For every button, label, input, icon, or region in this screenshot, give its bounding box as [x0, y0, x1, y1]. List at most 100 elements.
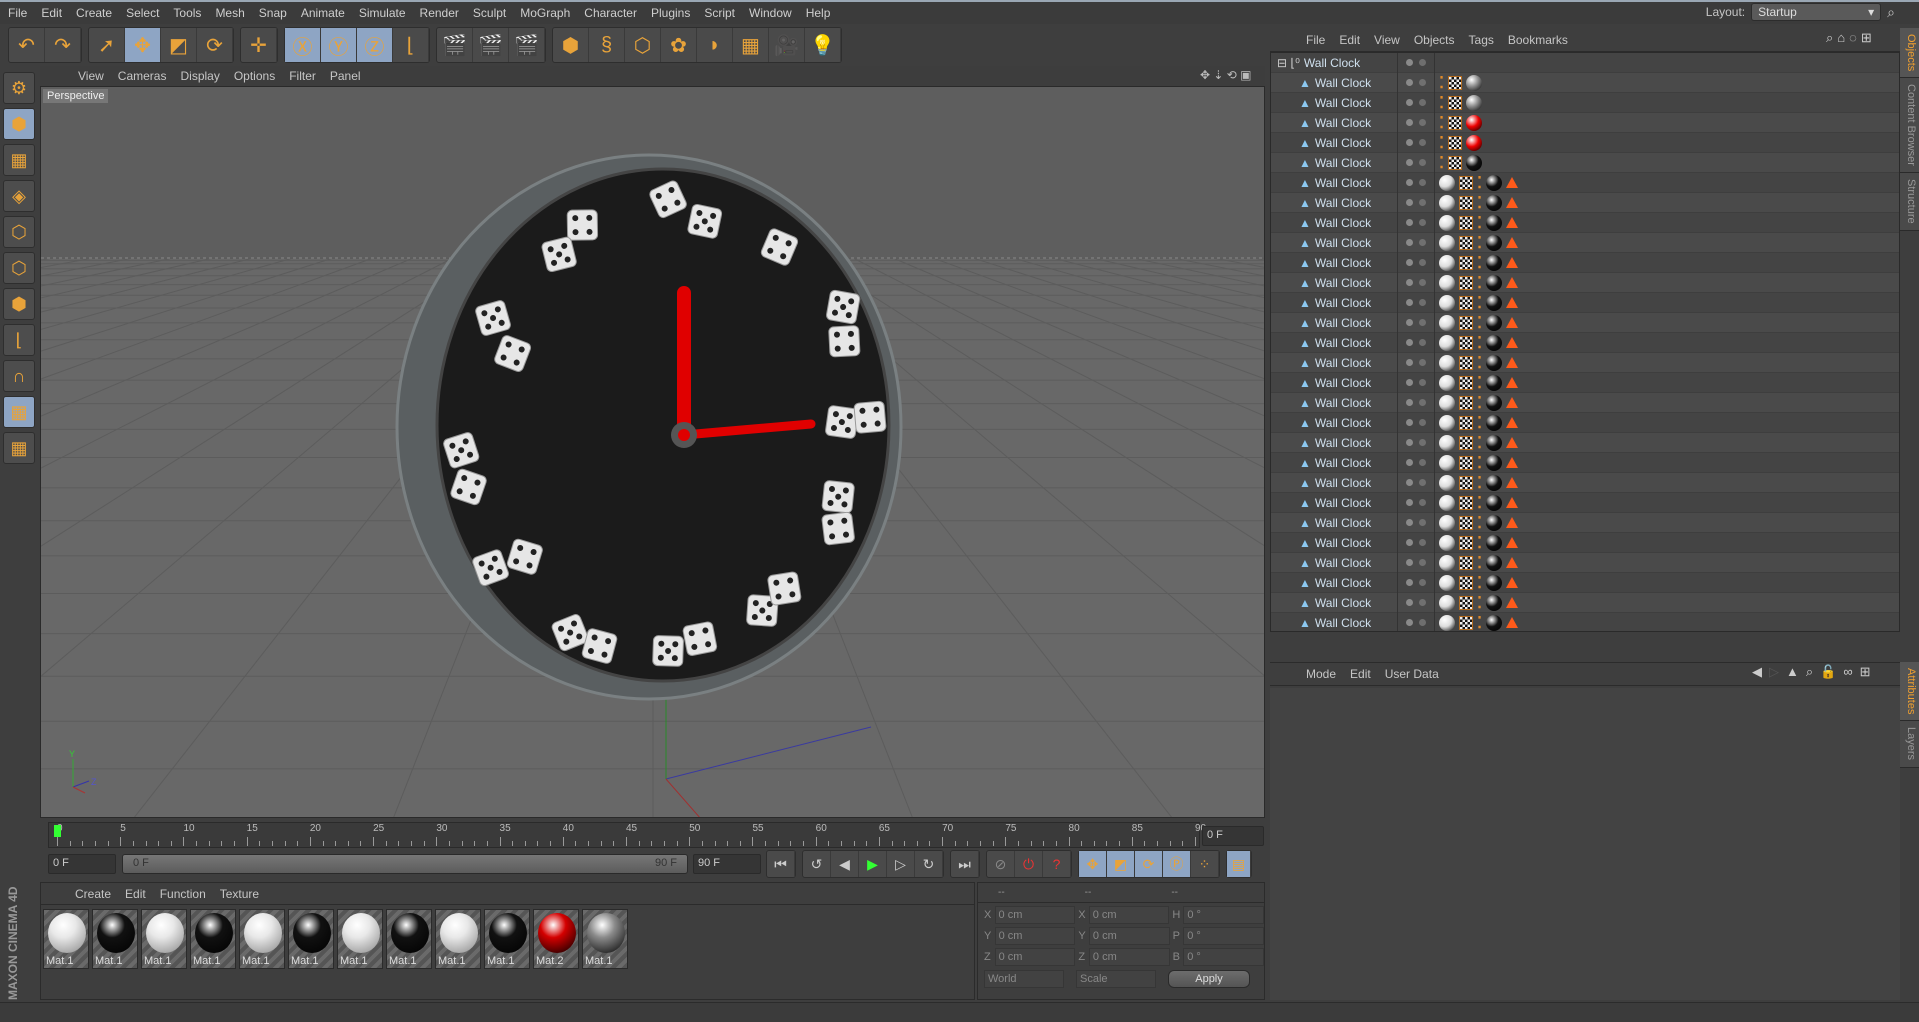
phong-tag-icon[interactable] — [1506, 597, 1519, 608]
phong-tag-icon[interactable] — [1506, 337, 1519, 348]
material-tag-icon[interactable] — [1486, 454, 1503, 471]
render-visibility-dot[interactable] — [1419, 139, 1426, 146]
link-icon[interactable]: ∞ — [1843, 664, 1852, 680]
render-visibility-dot[interactable] — [1419, 399, 1426, 406]
side-tab-layers[interactable]: Layers — [1900, 721, 1919, 768]
object-row[interactable]: ▲ Wall Clock ⁚ — [1271, 612, 1899, 631]
key-position-icon[interactable]: ✥ — [1079, 851, 1107, 877]
phong-tag-icon[interactable] — [1506, 457, 1519, 468]
material-swatch[interactable]: Mat.1 — [582, 909, 628, 969]
timeline-ruler[interactable]: 051015202530354045505560657075808590 — [48, 822, 1206, 848]
editor-visibility-dot[interactable] — [1406, 199, 1413, 206]
selection-tag-icon[interactable]: ⁚ — [1477, 173, 1482, 193]
material-swatch[interactable]: Mat.1 — [288, 909, 334, 969]
render-visibility-dot[interactable] — [1419, 179, 1426, 186]
material-tag-icon[interactable] — [1466, 134, 1483, 151]
phong-tag-icon[interactable] — [1506, 437, 1519, 448]
editor-visibility-dot[interactable] — [1406, 499, 1413, 506]
position-x-field[interactable]: 0 cm — [994, 906, 1076, 924]
menu-character[interactable]: Character — [584, 6, 637, 20]
object-row[interactable]: ▲ Wall Clock ⁚ — [1271, 372, 1899, 393]
material-tag-icon[interactable] — [1486, 374, 1503, 391]
side-tab-structure[interactable]: Structure — [1900, 173, 1919, 231]
material-tag-icon[interactable] — [1486, 254, 1503, 271]
workplane-icon[interactable]: ◈ — [3, 180, 35, 212]
viewport-menu-options[interactable]: Options — [234, 69, 275, 83]
rotate-icon[interactable]: ⟳ — [197, 28, 233, 62]
attributes-menu-user-data[interactable]: User Data — [1385, 667, 1439, 681]
object-row[interactable]: ▲ Wall Clock ⁚ — [1271, 592, 1899, 613]
render-visibility-dot[interactable] — [1419, 559, 1426, 566]
uvw-tag-icon[interactable] — [1459, 455, 1473, 470]
material-tag-icon[interactable] — [1439, 594, 1455, 611]
editor-visibility-dot[interactable] — [1406, 79, 1413, 86]
material-tag-icon[interactable] — [1439, 254, 1455, 271]
menu-mesh[interactable]: Mesh — [215, 6, 244, 20]
material-tag-icon[interactable] — [1439, 294, 1455, 311]
selection-tag-icon[interactable]: ⁚ — [1477, 233, 1482, 253]
editor-visibility-dot[interactable] — [1406, 359, 1413, 366]
material-swatch[interactable]: Mat.1 — [190, 909, 236, 969]
editor-visibility-dot[interactable] — [1406, 219, 1413, 226]
visibility-toggles[interactable] — [1397, 392, 1435, 413]
spline-icon[interactable]: § — [589, 28, 625, 62]
new-window-icon[interactable]: ⊞ — [1861, 30, 1872, 46]
selection-tag-icon[interactable]: ⁚ — [1477, 493, 1482, 513]
render-view-icon[interactable]: 🎬 — [437, 28, 473, 62]
render-visibility-dot[interactable] — [1419, 79, 1426, 86]
selection-tag-icon[interactable]: ⁚ — [1477, 373, 1482, 393]
polygons-mode-icon[interactable]: ⬢ — [3, 288, 35, 320]
selection-tag-icon[interactable]: ⁚ — [1439, 73, 1444, 93]
key-parameter-icon[interactable]: Ⓟ — [1163, 851, 1191, 877]
render-visibility-dot[interactable] — [1419, 499, 1426, 506]
phong-tag-icon[interactable] — [1506, 397, 1519, 408]
autokey-icon[interactable]: ⏻ — [1015, 851, 1043, 877]
phong-tag-icon[interactable] — [1506, 257, 1519, 268]
lock-icon[interactable]: 🔓 — [1820, 664, 1836, 680]
viewport-menu-filter[interactable]: Filter — [289, 69, 316, 83]
make-editable-icon[interactable]: ⚙ — [3, 72, 35, 104]
viewport-nav-icons[interactable]: ✥ ⇣ ⟲ ▣ — [1200, 68, 1252, 82]
search-icon[interactable]: ⌕ — [1806, 664, 1813, 680]
object-row[interactable]: ▲ Wall Clock ⁚ — [1271, 432, 1899, 453]
search-icon[interactable]: ⌕ — [1826, 30, 1833, 46]
material-tag-icon[interactable] — [1486, 294, 1503, 311]
editor-visibility-dot[interactable] — [1406, 459, 1413, 466]
object-row[interactable]: ▲ Wall Clock ⁚ — [1271, 492, 1899, 513]
visibility-toggles[interactable] — [1397, 132, 1435, 153]
side-tab-attributes[interactable]: Attributes — [1900, 662, 1919, 722]
menu-help[interactable]: Help — [806, 6, 831, 20]
visibility-toggles[interactable] — [1397, 352, 1435, 373]
material-tag-icon[interactable] — [1486, 354, 1503, 371]
selection-tag-icon[interactable]: ⁚ — [1477, 593, 1482, 613]
visibility-toggles[interactable] — [1397, 432, 1435, 453]
uvw-tag-icon[interactable] — [1448, 155, 1463, 170]
phong-tag-icon[interactable] — [1506, 197, 1519, 208]
material-tag-icon[interactable] — [1439, 554, 1455, 571]
material-tag-icon[interactable] — [1439, 474, 1455, 491]
material-tag-icon[interactable] — [1439, 334, 1455, 351]
phong-tag-icon[interactable] — [1506, 177, 1519, 188]
phong-tag-icon[interactable] — [1506, 237, 1519, 248]
visibility-toggles[interactable] — [1397, 332, 1435, 353]
rotation-h-field[interactable]: 0 ° — [1183, 906, 1265, 924]
material-tag-icon[interactable] — [1486, 594, 1503, 611]
material-tag-icon[interactable] — [1439, 374, 1455, 391]
object-row[interactable]: ▲ Wall Clock ⁚ — [1271, 572, 1899, 593]
position-z-field[interactable]: 0 cm — [994, 948, 1076, 966]
uvw-tag-icon[interactable] — [1459, 495, 1473, 510]
menu-file[interactable]: File — [8, 6, 27, 20]
object-row[interactable]: ▲ Wall Clock ⁚ — [1271, 132, 1899, 153]
points-mode-icon[interactable]: ⬡ — [3, 216, 35, 248]
render-visibility-dot[interactable] — [1419, 359, 1426, 366]
cube-icon[interactable]: ⬢ — [553, 28, 589, 62]
edges-mode-icon[interactable]: ⬡ — [3, 252, 35, 284]
menu-tools[interactable]: Tools — [173, 6, 201, 20]
go-to-start-icon[interactable]: ⏮ — [767, 851, 795, 877]
uvw-tag-icon[interactable] — [1459, 295, 1473, 310]
material-swatch[interactable]: Mat.1 — [239, 909, 285, 969]
render-visibility-dot[interactable] — [1419, 279, 1426, 286]
render-visibility-dot[interactable] — [1419, 299, 1426, 306]
menu-render[interactable]: Render — [420, 6, 459, 20]
previous-frame-icon[interactable]: ◀ — [831, 851, 859, 877]
